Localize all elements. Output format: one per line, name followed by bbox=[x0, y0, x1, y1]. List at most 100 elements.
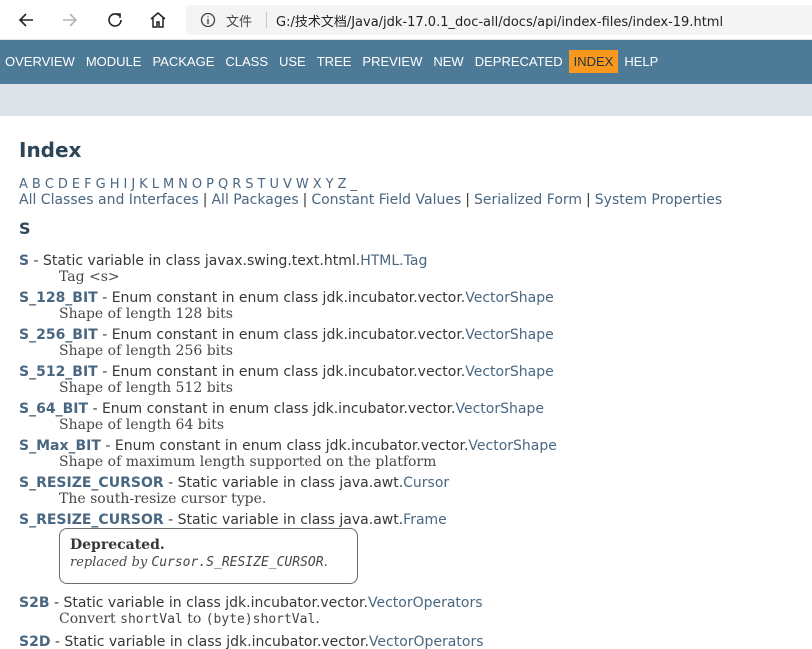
nav-item-module[interactable]: MODULE bbox=[81, 50, 147, 73]
letter-link[interactable]: U bbox=[269, 177, 279, 192]
address-bar[interactable]: 文件 G:/技术文档/Java/jdk-17.0.1_doc-all/docs/… bbox=[186, 5, 812, 35]
summary-link[interactable]: System Properties bbox=[595, 192, 722, 208]
letter-link[interactable]: W bbox=[296, 177, 309, 192]
index-entry: S_Max_BIT - Enum constant in enum class … bbox=[19, 438, 557, 470]
link-separator: | bbox=[202, 192, 208, 208]
nav-item-overview[interactable]: OVERVIEW bbox=[0, 50, 80, 73]
summary-link[interactable]: All Classes and Interfaces bbox=[19, 192, 199, 208]
entry-name-link[interactable]: S_RESIZE_CURSOR bbox=[19, 475, 164, 491]
deprecated-suffix: . bbox=[323, 555, 328, 570]
deprecated-prefix: replaced by bbox=[70, 555, 152, 570]
home-icon bbox=[150, 12, 166, 28]
entry-class-link[interactable]: HTML.Tag bbox=[360, 253, 427, 269]
entry-class-link[interactable]: Frame bbox=[403, 512, 447, 528]
entry-kind: - Enum constant in enum class jdk.incuba… bbox=[100, 438, 469, 454]
deprecated-code-link[interactable]: Cursor.S_RESIZE_CURSOR bbox=[151, 555, 323, 570]
entry-name-link[interactable]: S_256_BIT bbox=[19, 327, 98, 343]
letter-link[interactable]: K bbox=[139, 177, 148, 192]
letter-link[interactable]: P bbox=[206, 177, 214, 192]
refresh-button[interactable] bbox=[101, 6, 129, 34]
letter-link[interactable]: X bbox=[313, 177, 322, 192]
letter-link[interactable]: _ bbox=[351, 177, 358, 192]
letter-link[interactable]: L bbox=[152, 177, 159, 192]
entry-name-link[interactable]: S bbox=[19, 253, 29, 269]
entry-name-link[interactable]: S2D bbox=[19, 634, 50, 649]
index-entry: S_512_BIT - Enum constant in enum class … bbox=[19, 364, 554, 396]
letter-link[interactable]: T bbox=[258, 177, 266, 192]
nav-item-help[interactable]: HELP bbox=[619, 50, 663, 73]
nav-item-deprecated[interactable]: DEPRECATED bbox=[470, 50, 568, 73]
summary-link[interactable]: Serialized Form bbox=[474, 192, 582, 208]
entry-name-link[interactable]: S_RESIZE_CURSOR bbox=[19, 512, 164, 528]
letter-link[interactable]: S bbox=[245, 177, 253, 192]
letter-link[interactable]: D bbox=[58, 177, 68, 192]
index-entry: S_128_BIT - Enum constant in enum class … bbox=[19, 290, 554, 322]
nav-item-preview[interactable]: PREVIEW bbox=[357, 50, 427, 73]
nav-item-tree[interactable]: TREE bbox=[312, 50, 357, 73]
letter-link[interactable]: F bbox=[84, 177, 91, 192]
letter-link[interactable]: M bbox=[163, 177, 174, 192]
browser-toolbar: 文件 G:/技术文档/Java/jdk-17.0.1_doc-all/docs/… bbox=[0, 0, 812, 40]
entry-name-link[interactable]: S2B bbox=[19, 595, 50, 611]
home-button[interactable] bbox=[144, 6, 172, 34]
letter-link[interactable]: I bbox=[123, 177, 127, 192]
entry-class-link[interactable]: VectorOperators bbox=[368, 595, 483, 611]
url-text[interactable]: G:/技术文档/Java/jdk-17.0.1_doc-all/docs/api… bbox=[276, 11, 723, 30]
entry-name-link[interactable]: S_Max_BIT bbox=[19, 438, 101, 454]
entry-class-link[interactable]: Cursor bbox=[403, 475, 449, 491]
letter-link[interactable]: V bbox=[283, 177, 292, 192]
entry-kind: - Static variable in class jdk.incubator… bbox=[49, 595, 368, 611]
entry-kind: - Enum constant in enum class jdk.incuba… bbox=[97, 364, 466, 380]
nav-item-use[interactable]: USE bbox=[274, 50, 311, 73]
nav-item-class[interactable]: CLASS bbox=[220, 50, 273, 73]
entry-line: S_256_BIT - Enum constant in enum class … bbox=[19, 327, 554, 343]
entry-kind: - Enum constant in enum class jdk.incuba… bbox=[97, 290, 466, 306]
entry-class-link[interactable]: VectorOperators bbox=[369, 634, 484, 649]
deprecated-title: Deprecated. bbox=[70, 537, 165, 553]
summary-link[interactable]: All Packages bbox=[211, 192, 298, 208]
letter-link[interactable]: A bbox=[19, 177, 28, 192]
entry-class-link[interactable]: VectorShape bbox=[468, 438, 556, 454]
all-links: All Classes and Interfaces | All Packages |… bbox=[19, 192, 722, 208]
entry-kind: - Static variable in class java.awt. bbox=[163, 475, 404, 491]
link-separator: | bbox=[465, 192, 470, 208]
index-entry: S_RESIZE_CURSOR - Static variable in cla… bbox=[19, 475, 449, 507]
nav-item-package[interactable]: PACKAGE bbox=[147, 50, 219, 73]
letter-link[interactable]: R bbox=[232, 177, 241, 192]
letter-link[interactable]: B bbox=[32, 177, 41, 192]
entry-class-link[interactable]: VectorShape bbox=[456, 401, 544, 417]
desc-code: shortVal bbox=[120, 612, 183, 627]
entry-description: Tag <s> bbox=[59, 269, 120, 285]
letter-link[interactable]: Z bbox=[338, 177, 347, 192]
forward-button[interactable] bbox=[56, 6, 84, 34]
letter-link[interactable]: O bbox=[192, 177, 202, 192]
entry-class-link[interactable]: VectorShape bbox=[465, 364, 553, 380]
entry-name-link[interactable]: S_128_BIT bbox=[19, 290, 98, 306]
entry-description: Shape of length 64 bits bbox=[59, 417, 225, 433]
entry-description: Shape of length 256 bits bbox=[59, 343, 233, 359]
letter-link[interactable]: C bbox=[45, 177, 54, 192]
letter-link[interactable]: G bbox=[96, 177, 106, 192]
back-button[interactable] bbox=[12, 6, 40, 34]
desc-text: Convert bbox=[59, 611, 121, 627]
letter-link[interactable]: J bbox=[131, 177, 135, 192]
letter-link[interactable]: N bbox=[178, 177, 188, 192]
entry-name-link[interactable]: S_64_BIT bbox=[19, 401, 88, 417]
entry-kind: - Enum constant in enum class jdk.incuba… bbox=[88, 401, 456, 417]
letter-link[interactable]: H bbox=[110, 177, 120, 192]
nav-list: OVERVIEW MODULE PACKAGE CLASS USE TREE PREVIEW… bbox=[0, 50, 664, 73]
entry-description: Convert shortVal to (byte)shortVal. bbox=[19, 611, 483, 628]
entry-name-link[interactable]: S_512_BIT bbox=[19, 364, 98, 380]
entry-kind: - Static variable in class java.awt. bbox=[163, 512, 404, 528]
address-divider bbox=[266, 12, 267, 28]
summary-link[interactable]: Constant Field Values bbox=[311, 192, 461, 208]
letter-link[interactable]: Y bbox=[326, 177, 334, 192]
info-icon[interactable] bbox=[200, 12, 216, 28]
letter-link[interactable]: E bbox=[72, 177, 80, 192]
letter-link[interactable]: Q bbox=[218, 177, 228, 192]
entry-class-link[interactable]: VectorShape bbox=[465, 290, 553, 306]
entry-class-link[interactable]: VectorShape bbox=[465, 327, 553, 343]
nav-item-new[interactable]: NEW bbox=[428, 50, 468, 73]
index-entry: S2D - Static variable in class jdk.incub… bbox=[19, 634, 484, 649]
index-entry: S_256_BIT - Enum constant in enum class … bbox=[19, 327, 554, 359]
